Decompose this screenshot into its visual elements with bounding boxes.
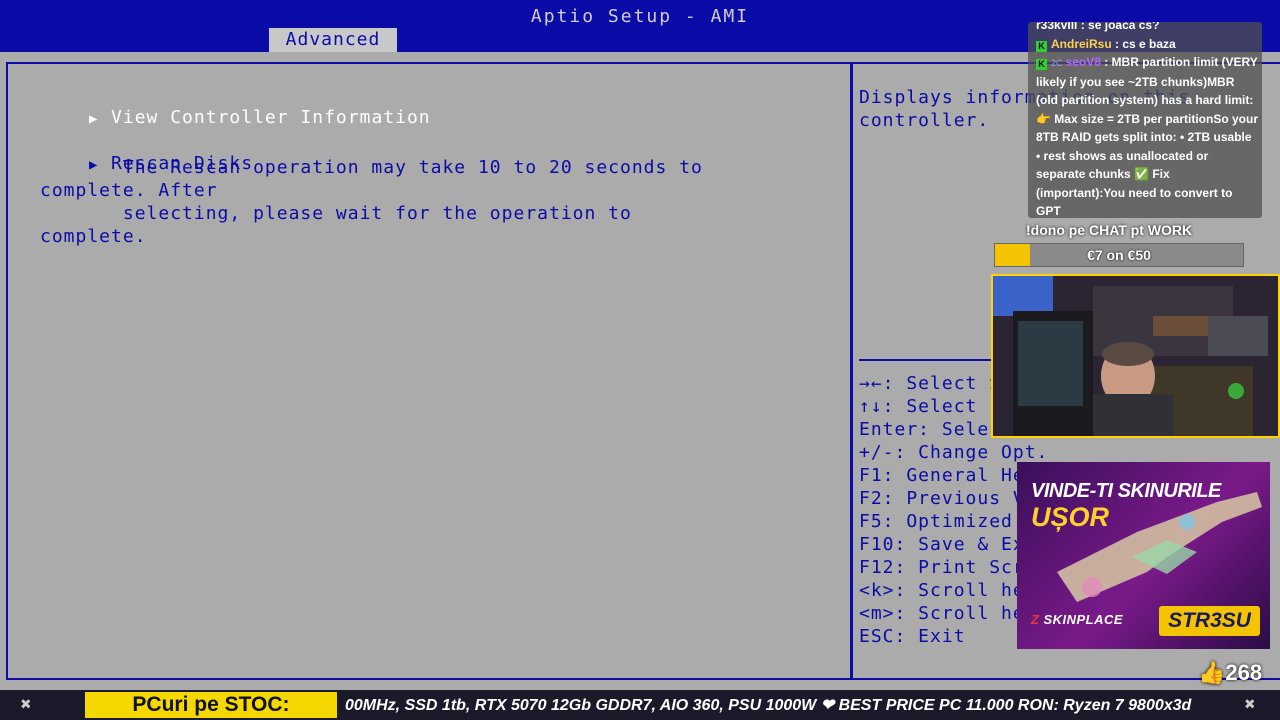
chat-message: r33kvlll : se joaca cs?	[1036, 22, 1258, 35]
likes-counter: 👍268	[1198, 660, 1262, 686]
ticker-bar: ✖ PCuri pe STOC: 00MHz, SSD 1tb, RTX 507…	[0, 690, 1280, 720]
chat-username: seoV8	[1065, 55, 1101, 69]
chat-message: K 2C seoV8 : MBR partition limit (VERY lik…	[1036, 55, 1258, 218]
webcam-image	[993, 276, 1278, 436]
submenu-arrow-icon: ▶	[89, 111, 99, 127]
rescan-description: The Rescan operation may take 10 to 20 s…	[40, 157, 703, 247]
ad-headline: VINDE-TI SKINURILE	[1031, 480, 1221, 502]
kick-badge-icon: K	[1036, 40, 1047, 52]
chat-message: K AndreiRsu : cs e baza	[1036, 35, 1258, 54]
chat-username: AndreiRsu	[1051, 36, 1112, 51]
skinplace-logo-icon: Z	[1031, 612, 1040, 627]
ad-headline-accent: UȘOR	[1031, 502, 1110, 532]
key-legend-item: +/-: Change Opt.	[859, 442, 1049, 463]
close-icon: ✖	[1244, 694, 1256, 715]
chat-username: r33kvlll	[1036, 22, 1078, 32]
close-icon: ✖	[20, 694, 32, 715]
subscriber-badge-icon: 2C	[1051, 58, 1063, 68]
donation-goal-bar: €7 on €50	[994, 243, 1244, 267]
chat-message-text: MBR partition limit (VERY likely if you …	[1036, 55, 1258, 218]
thumbs-up-icon: 👍	[1198, 660, 1226, 685]
webcam-feed	[991, 274, 1280, 438]
tab-advanced[interactable]: Advanced	[269, 28, 397, 52]
menu-item-label: View Controller Information	[111, 107, 431, 128]
chat-overlay: r33kvlll : se joaca cs? K AndreiRsu : cs …	[1028, 22, 1262, 218]
ticker-label: PCuri pe STOC:	[85, 692, 337, 718]
donation-goal-amount: €7 on €50	[1087, 247, 1151, 263]
donation-goal-label: !dono pe CHAT pt WORK	[1026, 222, 1193, 238]
chat-message-text: cs e baza	[1122, 36, 1176, 51]
chat-message-text: se joaca cs?	[1088, 22, 1160, 32]
kick-badge-icon: K	[1036, 59, 1047, 70]
ticker-text: 00MHz, SSD 1tb, RTX 5070 12Gb GDDR7, AIO…	[345, 697, 1192, 714]
likes-count: 268	[1225, 660, 1263, 685]
skinplace-ad[interactable]: VINDE-TI SKINURILE UȘOR Z SKINPLACE STR3S…	[1017, 462, 1270, 649]
ad-brand: Z SKINPLACE	[1031, 612, 1124, 627]
ad-promo-code: STR3SU	[1159, 606, 1260, 636]
menu-panel: ▶ View Controller Information ▶ Rescan Dis…	[6, 62, 852, 680]
